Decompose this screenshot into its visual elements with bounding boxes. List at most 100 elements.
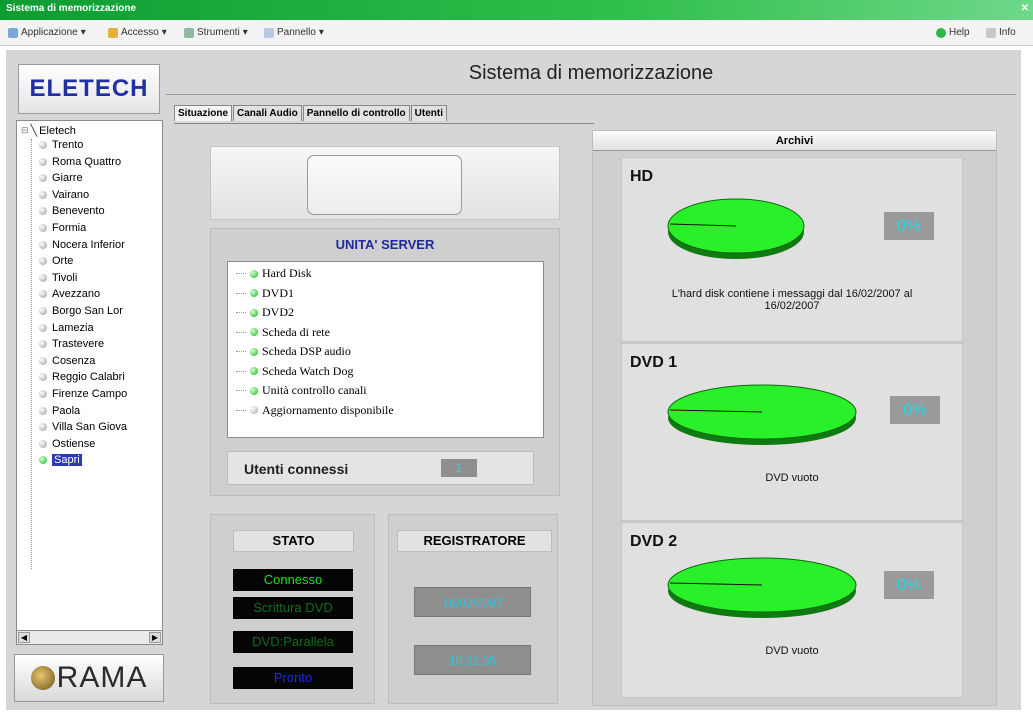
scroll-left-icon[interactable]: ◀ [18,632,30,643]
registratore-time: 10:32:35 [414,645,531,675]
stato-line: DVD:Parallela [233,631,353,653]
tree-root[interactable]: ⊟ ╲ Eletech [21,124,76,138]
status-dot-icon [39,174,47,183]
tree-node-label: Trento [52,139,84,151]
app-icon [8,27,18,38]
menu-pannello[interactable]: Pannello ▾ [264,27,324,38]
status-led-icon [250,406,258,414]
chevron-down-icon: ▾ [161,27,167,38]
menu-label: Strumenti [197,27,240,38]
status-dot-icon [39,207,47,216]
menu-strumenti[interactable]: Strumenti ▾ [184,27,248,38]
tree-node[interactable]: Orte [39,255,73,267]
status-led-icon [250,347,258,356]
status-led-icon [250,386,258,395]
status-led-icon [250,269,258,278]
status-dot-icon [39,240,47,249]
stato-title: STATO [233,530,354,552]
server-status-item: Hard Disk [236,266,312,281]
chevron-down-icon: ▾ [242,27,248,38]
tree-node-label: Paola [52,404,81,417]
tab-pannello-controllo[interactable]: Pannello di controllo [302,105,410,121]
server-action-button[interactable] [307,155,462,215]
tree-node[interactable]: Roma Quattro [39,156,121,168]
site-tree: ⊟ ╲ Eletech Trento Roma Quattro Giarre Vair… [16,120,163,645]
app-body: ELETECH ⊟ ╲ Eletech Trento Roma Quattro Gi… [6,50,1021,710]
pie-chart-dvd2 [667,557,857,618]
pie-chart-dvd1 [667,384,857,445]
menubar: Applicazione ▾ Accesso ▾ Strumenti ▾ Pannel… [0,20,1033,46]
status-dot-icon [39,257,47,266]
tree-node[interactable]: Trastevere [39,338,104,350]
tree-node-label: Tivoli [52,271,78,284]
tree-node[interactable]: Lamezia [39,322,94,334]
disk-percent: 0% [884,571,934,599]
key-icon [108,27,118,38]
folder-icon: ╲ [30,125,38,137]
tree-node[interactable]: Firenze Campo [39,388,127,400]
disk-description: DVD vuoto [765,645,819,657]
server-status-label: Hard Disk [262,266,312,280]
tree-root-label: Eletech [39,124,76,137]
help-label: Help [949,27,970,38]
disk-percent: 0% [884,212,934,240]
tree-node-label: Villa San Giova [52,421,128,434]
disk-label: DVD 1 [630,354,678,371]
menu-info[interactable]: Info [986,27,1016,38]
status-dot-icon [39,373,47,382]
menu-label: Pannello [277,27,316,38]
chevron-down-icon: ▾ [318,27,324,38]
tree-node[interactable]: Giarre [39,172,83,184]
tree-node[interactable]: Formia [39,222,86,234]
server-status-list: Hard Disk DVD1 DVD2 Scheda di rete Scheda DS… [227,261,544,438]
tree-node[interactable]: Borgo San Lor [39,305,123,317]
server-status-label: DVD1 [262,285,294,300]
tree-node[interactable]: Sapri [39,454,82,467]
tree-node[interactable]: Nocera Inferior [39,239,125,251]
tree-node[interactable]: Villa San Giova [39,421,127,433]
server-status-label: Unità controllo canali [262,383,367,397]
tree-node-label: Avezzano [52,288,101,301]
tree-node[interactable]: Cosenza [39,355,95,367]
scroll-right-icon[interactable]: ▶ [149,632,161,643]
server-status-item: Unità controllo canali [236,383,367,398]
menu-accesso[interactable]: Accesso ▾ [108,27,167,38]
tree-node[interactable]: Reggio Calabri [39,371,125,383]
tree-node[interactable]: Tivoli [39,272,77,284]
tree-node-label: Benevento [52,205,105,218]
tree-node-label: Lamezia [52,321,94,334]
server-status-item: DVD1 [236,286,294,301]
rama-emblem-icon [30,666,55,690]
pie-chart-hd [667,198,805,259]
menu-applicazione[interactable]: Applicazione ▾ [8,27,86,38]
help-icon [936,27,946,38]
tree-node[interactable]: Ostiense [39,438,95,450]
tree-connector [236,409,246,411]
status-dot-icon [39,273,47,282]
server-status-label: DVD2 [262,305,294,319]
status-dot-icon [39,190,47,199]
tree-node-label: Ostiense [52,437,96,450]
close-icon[interactable]: ✕ [1021,3,1029,14]
tab-utenti[interactable]: Utenti [410,105,448,121]
tree-node-label: Orte [52,255,74,268]
status-led-icon [250,308,258,317]
status-dot-icon [39,290,47,299]
menu-help[interactable]: Help [936,27,970,38]
tree-node[interactable]: Paola [39,405,80,417]
tree-connector [236,292,246,294]
status-led-icon [250,367,258,375]
tree-node[interactable]: Avezzano [39,288,100,300]
collapse-icon[interactable]: ⊟ [21,125,29,136]
tree-scrollbar[interactable]: ◀ ▶ [16,630,163,645]
disk-dvd1: DVD 1 0% DVD vuoto [621,343,963,521]
disk-label: DVD 2 [630,533,678,550]
tab-canali-audio[interactable]: Canali Audio [233,105,302,121]
status-dot-icon [39,340,47,349]
tree-node[interactable]: Benevento [39,205,105,217]
menu-label: Applicazione [21,27,78,38]
tree-node-label: Giarre [52,172,83,185]
tree-node[interactable]: Trento [39,139,83,151]
tab-situazione[interactable]: Situazione [174,105,233,121]
tree-node[interactable]: Vairano [39,189,89,201]
